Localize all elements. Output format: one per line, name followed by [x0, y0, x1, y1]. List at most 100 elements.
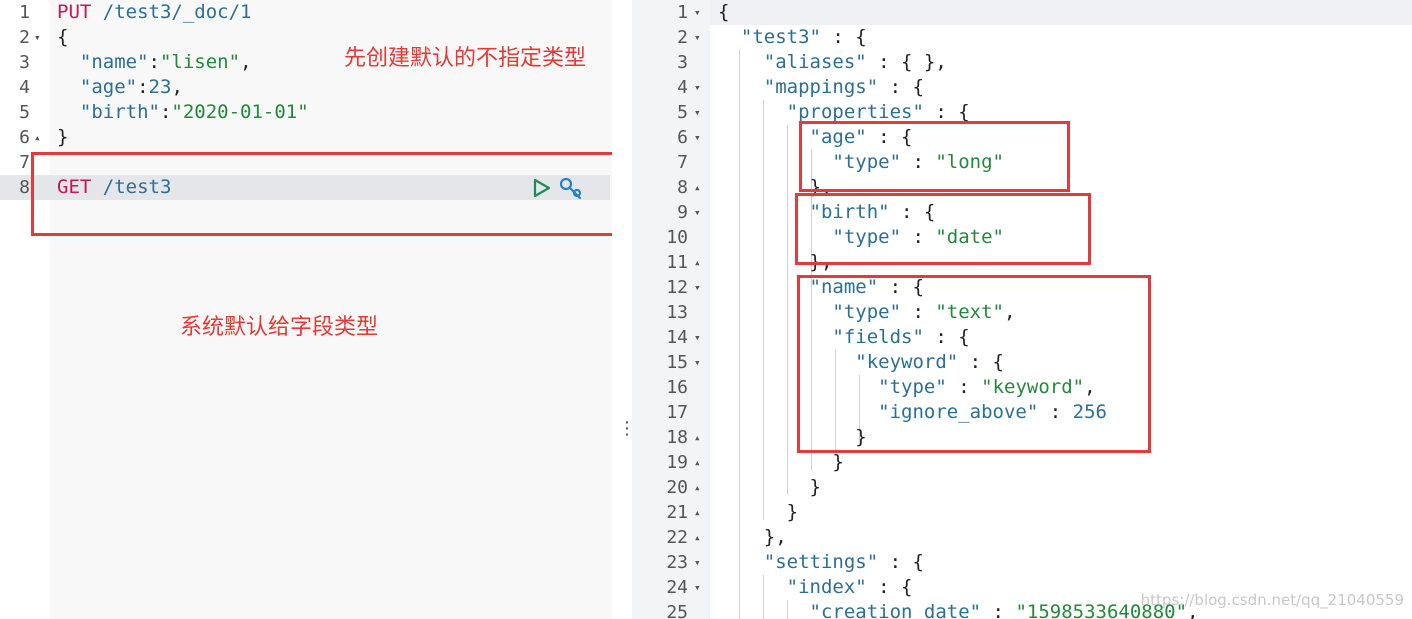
code-token: } [718, 501, 799, 523]
code-token: "lisen" [159, 51, 241, 73]
line-number: 12 [666, 277, 688, 298]
code-token: }, [718, 526, 787, 548]
code-token: { [718, 1, 730, 23]
line-number: 11 [666, 252, 688, 273]
fold-collapse-icon[interactable]: ▾ [694, 125, 701, 150]
code-text[interactable]: "name":"lisen", [57, 50, 252, 75]
code-line: 5 "birth":"2020-01-01" [0, 100, 612, 125]
fold-collapse-icon[interactable]: ▾ [694, 75, 701, 100]
code-text[interactable]: "test3" : { [718, 25, 867, 50]
line-number: 21 [666, 502, 688, 523]
code-token: PUT [57, 1, 92, 23]
line-number: 24 [666, 577, 688, 598]
code-token: "test3" [740, 26, 821, 48]
line-number: 8 [19, 177, 30, 198]
code-token: { [57, 26, 69, 48]
line-number: 7 [19, 152, 30, 173]
code-token: "mappings" [763, 76, 879, 98]
fold-collapse-icon[interactable]: ▾ [694, 25, 701, 50]
highlight-box-age [799, 121, 1070, 192]
code-text[interactable]: "age":23, [57, 75, 183, 100]
code-text[interactable]: "creation_date" : "1598533640880", [718, 600, 1199, 619]
code-token: "settings" [763, 551, 879, 573]
line-number: 5 [19, 102, 30, 123]
line-number: 15 [666, 352, 688, 373]
code-token: : { [820, 26, 867, 48]
code-token: : { [878, 76, 924, 98]
code-text[interactable]: "aliases" : { }, [718, 50, 947, 75]
fold-expand-icon[interactable]: ▴ [694, 475, 701, 500]
code-text[interactable]: { [718, 0, 729, 25]
code-token: "aliases" [763, 51, 867, 73]
line-number: 16 [666, 377, 688, 398]
code-token: : [137, 76, 149, 98]
code-line: 19 ▴ } [632, 450, 1412, 475]
line-number: 1 [677, 2, 688, 23]
code-text[interactable]: "settings" : { [718, 550, 924, 575]
code-token: "creation_date" [809, 601, 982, 619]
fold-collapse-icon[interactable]: ▾ [694, 575, 701, 600]
line-number: 25 [666, 602, 688, 619]
code-line: 23 ▾ "settings" : { [632, 550, 1412, 575]
line-number: 9 [677, 202, 688, 223]
fold-expand-icon[interactable]: ▴ [34, 125, 41, 150]
code-token: : [159, 101, 172, 123]
fold-expand-icon[interactable]: ▴ [694, 450, 701, 475]
code-token: /test3/_doc/1 [102, 1, 252, 23]
fold-collapse-icon[interactable]: ▾ [694, 200, 701, 225]
code-text[interactable]: "birth":"2020-01-01" [57, 100, 309, 125]
code-text[interactable]: "mappings" : { [718, 75, 924, 100]
code-text[interactable]: { [57, 25, 68, 50]
code-line: 1 PUT /test3/_doc/1 [0, 0, 612, 25]
code-token: } [57, 126, 69, 148]
code-line: 2 ▾ "test3" : { [632, 25, 1412, 50]
line-number: 8 [677, 177, 688, 198]
fold-collapse-icon[interactable]: ▾ [694, 325, 701, 350]
line-number: 6 [19, 127, 30, 148]
fold-expand-icon[interactable]: ▴ [694, 525, 701, 550]
code-text[interactable]: }, [718, 525, 787, 550]
code-token: "2020-01-01" [171, 101, 309, 123]
code-token: : { [923, 101, 970, 123]
line-number: 2 [19, 27, 30, 48]
code-token: : { [866, 576, 913, 598]
code-line: 1 ▾ { [632, 0, 1412, 25]
code-line: 22 ▴ }, [632, 525, 1412, 550]
line-number: 22 [666, 527, 688, 548]
fold-collapse-icon[interactable]: ▾ [694, 100, 701, 125]
pane-divider[interactable] [612, 0, 632, 619]
code-line: 4 ▾ "mappings" : { [632, 75, 1412, 100]
code-token: "birth" [79, 101, 160, 123]
fold-collapse-icon[interactable]: ▾ [34, 25, 41, 50]
code-token: : [148, 51, 160, 73]
line-number: 13 [666, 302, 688, 323]
fold-collapse-icon[interactable]: ▾ [694, 550, 701, 575]
fold-collapse-icon[interactable]: ▾ [694, 275, 701, 300]
line-number: 14 [666, 327, 688, 348]
fold-collapse-icon[interactable]: ▾ [694, 0, 701, 25]
annotation-top: 先创建默认的不指定类型 [344, 46, 587, 71]
fold-expand-icon[interactable]: ▴ [694, 175, 701, 200]
code-token: } [718, 451, 844, 473]
code-line: 3 "aliases" : { }, [632, 50, 1412, 75]
code-token: : { }, [866, 51, 947, 73]
request-editor[interactable]: 1 PUT /test3/_doc/1 2 ▾{3 "name":"lisen", 4 … [0, 0, 612, 619]
fold-collapse-icon[interactable]: ▾ [694, 350, 701, 375]
code-text[interactable]: } [718, 475, 821, 500]
code-text[interactable]: PUT /test3/_doc/1 [57, 0, 252, 25]
code-text[interactable]: } [57, 125, 68, 150]
code-line: 21 ▴ } [632, 500, 1412, 525]
code-token: 23 [148, 76, 172, 98]
response-viewer[interactable]: 1 ▾ {2 ▾ "test3" : {3 "aliases" : { }, 4 ▾ "m… [632, 0, 1412, 619]
code-text[interactable]: "index" : { [718, 575, 913, 600]
code-text[interactable]: } [718, 450, 844, 475]
fold-expand-icon[interactable]: ▴ [694, 250, 701, 275]
fold-expand-icon[interactable]: ▴ [694, 425, 701, 450]
fold-expand-icon[interactable]: ▴ [694, 500, 701, 525]
code-text[interactable]: } [718, 500, 798, 525]
